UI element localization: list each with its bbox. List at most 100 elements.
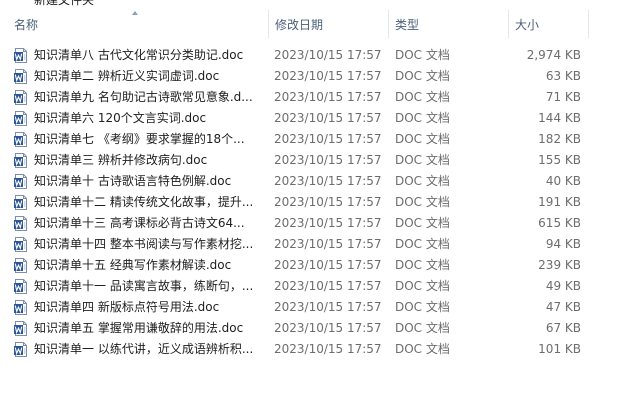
file-name: 知识清单十 古诗歌语言特色例解.doc <box>34 174 232 188</box>
file-row[interactable]: 知识清单三 辨析并修改病句.doc 2023/10/15 17:57 DOC 文档 1… <box>0 150 640 171</box>
file-row[interactable]: 知识清单九 名句助记古诗歌常见意象.d... 2023/10/15 17:57 DO… <box>0 87 640 108</box>
file-row[interactable]: 知识清单六 120个文言实词.doc 2023/10/15 17:57 DOC 文档… <box>0 108 640 129</box>
file-modified-date: 2023/10/15 17:57 <box>274 174 382 188</box>
file-modified-date: 2023/10/15 17:57 <box>274 216 382 230</box>
partial-row-above: 新建文件夹 <box>0 0 640 10</box>
file-type: DOC 文档 <box>395 132 450 146</box>
file-modified-date: 2023/10/15 17:57 <box>274 132 382 146</box>
word-document-icon <box>14 132 28 147</box>
word-document-icon <box>14 300 28 315</box>
column-size-header[interactable]: 大小 <box>515 10 539 38</box>
file-name: 知识清单五 掌握常用谦敬辞的用法.doc <box>34 321 244 335</box>
file-name: 知识清单六 120个文言实词.doc <box>34 111 207 125</box>
file-size: 67 KB <box>545 321 581 335</box>
file-size: 94 KB <box>545 237 581 251</box>
file-modified-date: 2023/10/15 17:57 <box>274 237 382 251</box>
file-type: DOC 文档 <box>395 237 450 251</box>
file-type: DOC 文档 <box>395 111 450 125</box>
file-size: 191 KB <box>538 195 581 209</box>
file-name: 知识清单七 《考纲》要求掌握的18个... <box>34 132 245 146</box>
file-size: 40 KB <box>545 174 581 188</box>
file-row[interactable]: 知识清单十 古诗歌语言特色例解.doc 2023/10/15 17:57 DOC 文… <box>0 171 640 192</box>
file-name: 知识清单一 以练代讲，近义成语辨析积... <box>34 342 254 356</box>
file-modified-date: 2023/10/15 17:57 <box>274 342 382 356</box>
file-size: 101 KB <box>538 342 581 356</box>
file-name: 知识清单十三 高考课标必背古诗文64... <box>34 216 245 230</box>
column-divider[interactable] <box>508 10 509 38</box>
file-size: 71 KB <box>545 90 581 104</box>
file-name: 知识清单十二 精读传统文化故事，提升... <box>34 195 254 209</box>
word-document-icon <box>14 279 28 294</box>
file-modified-date: 2023/10/15 17:57 <box>274 321 382 335</box>
column-header: 名称 修改日期 类型 大小 <box>0 10 640 38</box>
column-divider[interactable] <box>388 10 389 38</box>
file-type: DOC 文档 <box>395 90 450 104</box>
word-document-icon <box>14 195 28 210</box>
word-document-icon <box>14 90 28 105</box>
file-row[interactable]: 知识清单二 辨析近义实词虚词.doc 2023/10/15 17:57 DOC 文档… <box>0 66 640 87</box>
file-row[interactable]: 知识清单十三 高考课标必背古诗文64... 2023/10/15 17:57 DOC… <box>0 213 640 234</box>
word-document-icon <box>14 321 28 336</box>
file-type: DOC 文档 <box>395 195 450 209</box>
file-size: 63 KB <box>545 69 581 83</box>
file-type: DOC 文档 <box>395 258 450 272</box>
file-name: 知识清单三 辨析并修改病句.doc <box>34 153 208 167</box>
file-modified-date: 2023/10/15 17:57 <box>274 195 382 209</box>
file-row[interactable]: 知识清单五 掌握常用谦敬辞的用法.doc 2023/10/15 17:57 DOC … <box>0 318 640 339</box>
column-type-header[interactable]: 类型 <box>395 10 419 38</box>
word-document-icon <box>14 174 28 189</box>
word-document-icon <box>14 258 28 273</box>
sort-ascending-icon <box>132 11 138 15</box>
file-type: DOC 文档 <box>395 216 450 230</box>
file-size: 182 KB <box>538 132 581 146</box>
file-modified-date: 2023/10/15 17:57 <box>274 69 382 83</box>
file-size: 155 KB <box>538 153 581 167</box>
file-type: DOC 文档 <box>395 174 450 188</box>
file-row[interactable]: 知识清单十二 精读传统文化故事，提升... 2023/10/15 17:57 DOC… <box>0 192 640 213</box>
word-document-icon <box>14 342 28 357</box>
word-document-icon <box>14 153 28 168</box>
file-modified-date: 2023/10/15 17:57 <box>274 300 382 314</box>
column-divider[interactable] <box>588 10 589 38</box>
file-name: 知识清单十四 整本书阅读与写作素材挖... <box>34 237 254 251</box>
word-document-icon <box>14 237 28 252</box>
file-name: 知识清单九 名句助记古诗歌常见意象.d... <box>34 90 253 104</box>
file-type: DOC 文档 <box>395 153 450 167</box>
file-row[interactable]: 知识清单十五 经典写作素材解读.doc 2023/10/15 17:57 DOC 文… <box>0 255 640 276</box>
file-modified-date: 2023/10/15 17:57 <box>274 48 382 62</box>
file-type: DOC 文档 <box>395 69 450 83</box>
partial-row-text: 新建文件夹 <box>34 0 95 7</box>
file-size: 239 KB <box>538 258 581 272</box>
file-size: 144 KB <box>538 111 581 125</box>
file-row[interactable]: 知识清单八 古代文化常识分类助记.doc 2023/10/15 17:57 DOC … <box>0 45 640 66</box>
file-size: 2,974 KB <box>526 48 581 62</box>
file-name: 知识清单二 辨析近义实词虚词.doc <box>34 69 220 83</box>
file-list: 知识清单八 古代文化常识分类助记.doc 2023/10/15 17:57 DOC … <box>0 45 640 360</box>
file-type: DOC 文档 <box>395 342 450 356</box>
column-date-header[interactable]: 修改日期 <box>275 10 323 38</box>
file-row[interactable]: 知识清单一 以练代讲，近义成语辨析积... 2023/10/15 17:57 DOC… <box>0 339 640 360</box>
file-modified-date: 2023/10/15 17:57 <box>274 258 382 272</box>
file-row[interactable]: 知识清单十一 品读寓言故事，练断句，... 2023/10/15 17:57 DOC… <box>0 276 640 297</box>
file-type: DOC 文档 <box>395 48 450 62</box>
file-size: 49 KB <box>545 279 581 293</box>
file-row[interactable]: 知识清单四 新版标点符号用法.doc 2023/10/15 17:57 DOC 文档… <box>0 297 640 318</box>
column-divider[interactable] <box>268 10 269 38</box>
file-modified-date: 2023/10/15 17:57 <box>274 153 382 167</box>
file-row[interactable]: 知识清单七 《考纲》要求掌握的18个... 2023/10/15 17:57 DOC… <box>0 129 640 150</box>
file-name: 知识清单十五 经典写作素材解读.doc <box>34 258 232 272</box>
file-type: DOC 文档 <box>395 279 450 293</box>
file-type: DOC 文档 <box>395 321 450 335</box>
file-size: 47 KB <box>545 300 581 314</box>
word-document-icon <box>14 216 28 231</box>
word-document-icon <box>14 48 28 63</box>
word-document-icon <box>14 111 28 126</box>
file-modified-date: 2023/10/15 17:57 <box>274 279 382 293</box>
file-modified-date: 2023/10/15 17:57 <box>274 90 382 104</box>
file-name: 知识清单十一 品读寓言故事，练断句，... <box>34 279 254 293</box>
file-row[interactable]: 知识清单十四 整本书阅读与写作素材挖... 2023/10/15 17:57 DOC… <box>0 234 640 255</box>
word-document-icon <box>14 69 28 84</box>
file-type: DOC 文档 <box>395 300 450 314</box>
column-name-header[interactable]: 名称 <box>14 10 38 38</box>
file-modified-date: 2023/10/15 17:57 <box>274 111 382 125</box>
